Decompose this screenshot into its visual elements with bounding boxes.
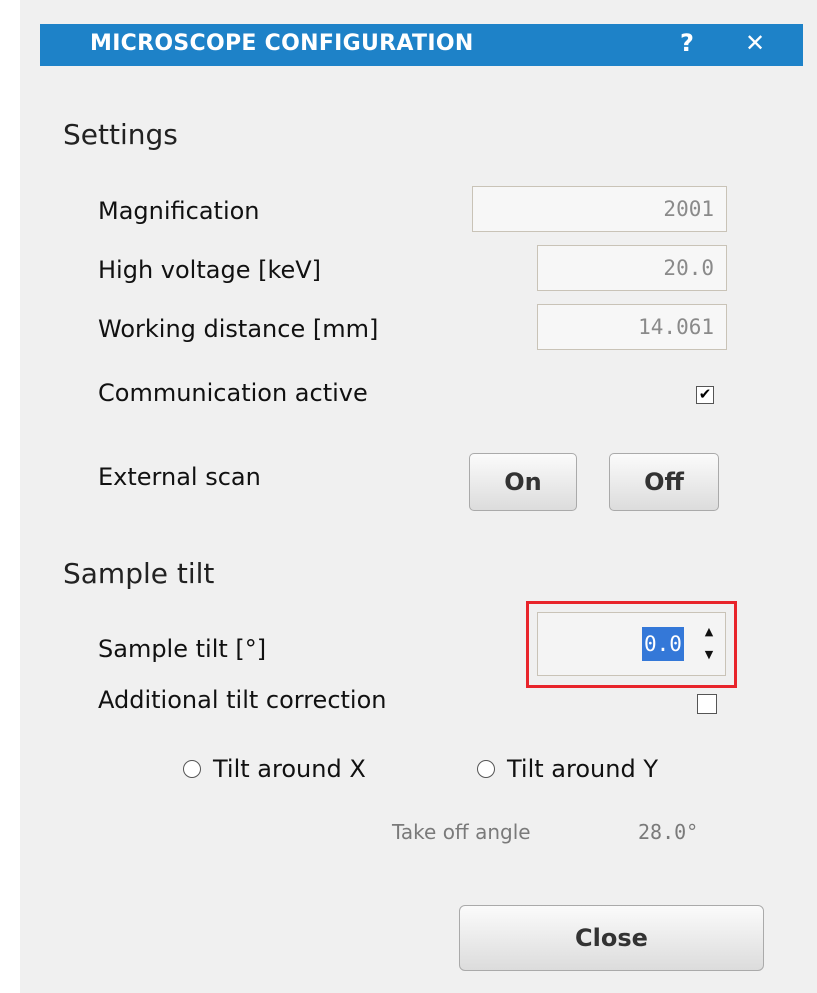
magnification-label: Magnification: [98, 197, 260, 225]
sample-tilt-heading: Sample tilt: [63, 557, 215, 590]
spin-arrows[interactable]: ▲ ▼: [701, 625, 717, 663]
sample-tilt-label: Sample tilt [°]: [98, 635, 267, 663]
take-off-angle-value: 28.0°: [638, 820, 699, 844]
radio-x-icon[interactable]: [183, 760, 201, 778]
settings-heading: Settings: [63, 118, 178, 151]
additional-tilt-correction-checkbox[interactable]: [697, 694, 717, 714]
spin-down-icon[interactable]: ▼: [701, 648, 717, 661]
communication-active-checkbox[interactable]: ✔: [696, 386, 714, 404]
high-voltage-label: High voltage [keV]: [98, 256, 322, 284]
external-scan-on-button[interactable]: On: [469, 453, 577, 511]
high-voltage-field[interactable]: 20.0: [537, 245, 727, 291]
external-scan-off-button[interactable]: Off: [609, 453, 719, 511]
additional-tilt-correction-label: Additional tilt correction: [98, 686, 387, 714]
tilt-around-y-option[interactable]: Tilt around Y: [477, 755, 658, 783]
close-button[interactable]: Close: [459, 905, 764, 971]
dialog-title: MICROSCOPE CONFIGURATION: [90, 31, 474, 56]
radio-y-icon[interactable]: [477, 760, 495, 778]
title-bar: MICROSCOPE CONFIGURATION ? ✕: [40, 24, 803, 66]
external-scan-label: External scan: [98, 463, 261, 491]
help-button[interactable]: ?: [680, 29, 694, 57]
tilt-around-y-label: Tilt around Y: [507, 755, 658, 783]
spin-up-icon[interactable]: ▲: [701, 625, 717, 638]
magnification-field[interactable]: 2001: [472, 186, 727, 232]
take-off-angle-label: Take off angle: [392, 820, 531, 844]
sample-tilt-value[interactable]: 0.0: [642, 627, 684, 661]
working-distance-label: Working distance [mm]: [98, 315, 379, 343]
tilt-around-x-option[interactable]: Tilt around X: [183, 755, 366, 783]
working-distance-field[interactable]: 14.061: [537, 304, 727, 350]
tilt-around-x-label: Tilt around X: [213, 755, 366, 783]
close-icon[interactable]: ✕: [745, 29, 765, 57]
communication-active-label: Communication active: [98, 379, 368, 407]
sample-tilt-spinbox[interactable]: 0.0 ▲ ▼: [537, 612, 726, 676]
